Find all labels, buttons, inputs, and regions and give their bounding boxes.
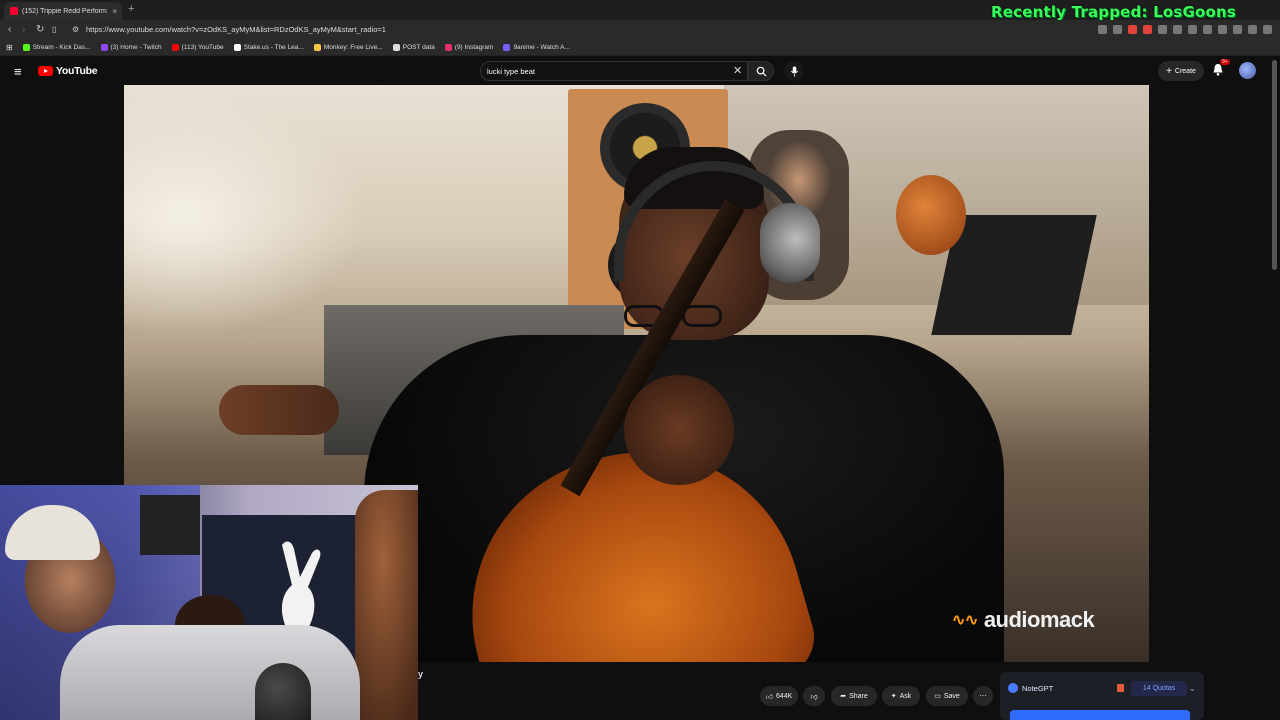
bookmark-item[interactable]: POST data [392,44,435,51]
dislike-button[interactable]: 👎︎ [803,686,825,706]
fretting-hand [624,375,734,485]
extension-icon[interactable] [1248,25,1257,34]
extension-icon[interactable] [1113,25,1122,34]
bookmark-item[interactable]: (3) Home - Twitch [100,44,162,51]
address-bar[interactable]: https://www.youtube.com/watch?v=zOdKS_ay… [86,25,386,34]
share-label: Share [849,692,868,700]
thumbs-down-icon: 👎︎ [810,693,818,701]
menu-icon[interactable] [1263,25,1272,34]
search-button[interactable] [748,61,774,81]
bookmark-item[interactable]: Monkey: Free Live... [313,44,383,51]
bookmark-item[interactable]: 9anime - Watch A... [503,44,570,51]
search-icon [756,66,767,77]
extension-icon[interactable] [1188,25,1197,34]
search-input[interactable]: lucki type beat [480,61,748,81]
share-icon: ➦ [840,693,847,700]
chevron-down-icon[interactable]: ⌄ [1189,684,1196,693]
extension-icon[interactable] [1233,25,1242,34]
thumbs-up-icon: 👍︎ [765,693,773,701]
youtube-logo[interactable]: YouTube [38,65,98,77]
browser-tab-bar: (152) Trippie Redd Perform × + Recently … [0,0,1280,21]
like-button[interactable]: 👍︎ 644K [760,686,798,706]
headphone-earcup [760,203,820,283]
create-label: Create [1174,67,1196,75]
notification-badge: 9+ [1220,59,1230,65]
quota-badge[interactable]: 14 Quotas [1131,681,1187,696]
bookmark-favicon-icon [100,44,108,51]
more-actions-button[interactable]: ⋯ [973,686,993,706]
audiomack-wave-icon: ∿∿ [952,612,978,629]
back-icon[interactable]: ‹ [8,24,11,35]
clear-search-icon[interactable]: ✕ [733,64,742,77]
save-icon: ▭ [934,693,941,700]
streamer-guest [355,490,418,720]
trash-icon[interactable] [1117,684,1124,692]
extension-icon[interactable] [1098,25,1107,34]
notegpt-label: NoteGPT [1022,683,1054,693]
apps-icon[interactable]: ⊞ [6,43,13,52]
tab-title: (152) Trippie Redd Perform [22,7,107,15]
create-button[interactable]: + Create [1158,61,1204,81]
extension-icons [1098,25,1272,34]
extension-icon[interactable] [1158,25,1167,34]
notegpt-logo-icon [1008,683,1018,693]
video-title: y [418,669,424,679]
cello-scroll [896,175,966,255]
microphone [255,663,311,720]
bookmark-icon[interactable]: ▯ [52,25,56,34]
stream-overlay-text: Recently Trapped: LosGoons [990,3,1236,21]
brave-shield-icon[interactable] [1128,25,1137,34]
youtube-favicon-icon [10,7,18,15]
voice-search-button[interactable] [784,61,804,81]
extension-icon[interactable] [1218,25,1227,34]
bookmark-favicon-icon [392,44,400,51]
site-settings-icon[interactable]: ⚙ [72,25,79,34]
bookmark-item[interactable]: (113) YouTube [171,44,224,51]
notegpt-panel: NoteGPT 14 Quotas ⌄ [1000,672,1204,720]
hamburger-menu-icon[interactable]: ≡ [14,64,22,79]
forward-icon[interactable]: › [22,24,25,35]
browser-tab[interactable]: (152) Trippie Redd Perform × [4,2,122,20]
browser-toolbar: ‹ › ↻ ▯ ⚙ https://www.youtube.com/watch?… [0,20,1280,40]
new-tab-button[interactable]: + [128,3,134,15]
ask-label: Ask [899,692,912,700]
extension-icon[interactable] [1173,25,1182,34]
bookmark-item[interactable]: Stream - Kick Das... [22,44,91,51]
close-tab-icon[interactable]: × [112,7,117,16]
youtube-play-icon [38,66,53,76]
bookmark-favicon-icon [313,44,321,51]
youtube-header: ≡ YouTube lucki type beat ✕ + Create 9+ [0,57,1280,85]
save-label: Save [943,692,960,700]
notegpt-action-button[interactable] [1010,710,1190,720]
youtube-logo-text: YouTube [56,65,98,77]
notegpt-brand[interactable]: NoteGPT [1008,683,1053,693]
save-button[interactable]: ▭ Save [926,686,968,706]
bookmarks-bar: ⊞ Stream - Kick Das... (3) Home - Twitch… [0,40,1280,56]
webcam-overlay [0,485,418,720]
watermark-text: audiomack [983,607,1095,632]
extension-icon[interactable] [1203,25,1212,34]
bookmark-favicon-icon [444,44,452,51]
bookmark-favicon-icon [171,44,179,51]
quota-label: 14 Quotas [1142,685,1176,692]
bow-hand [219,385,339,435]
bookmark-item[interactable]: Stake.us - The Lea... [233,44,304,51]
microphone-icon [790,66,798,76]
audiomack-watermark: ∿∿ audiomack [952,607,1095,633]
more-icon: ⋯ [979,693,987,700]
like-count: 644K [775,692,793,700]
page-scrollbar[interactable] [1272,60,1277,270]
reload-icon[interactable]: ↻ [36,24,44,35]
bookmark-favicon-icon [22,44,30,51]
share-button[interactable]: ➦ Share [831,686,877,706]
sparkle-icon: ✦ [890,693,897,700]
extension-icon[interactable] [1143,25,1152,34]
bookmark-favicon-icon [503,44,511,51]
account-avatar[interactable] [1239,62,1256,79]
bookmark-item[interactable]: (9) Instagram [444,44,493,51]
plus-icon: + [1166,65,1172,77]
bookmark-favicon-icon [233,44,241,51]
ask-button[interactable]: ✦ Ask [882,686,920,706]
